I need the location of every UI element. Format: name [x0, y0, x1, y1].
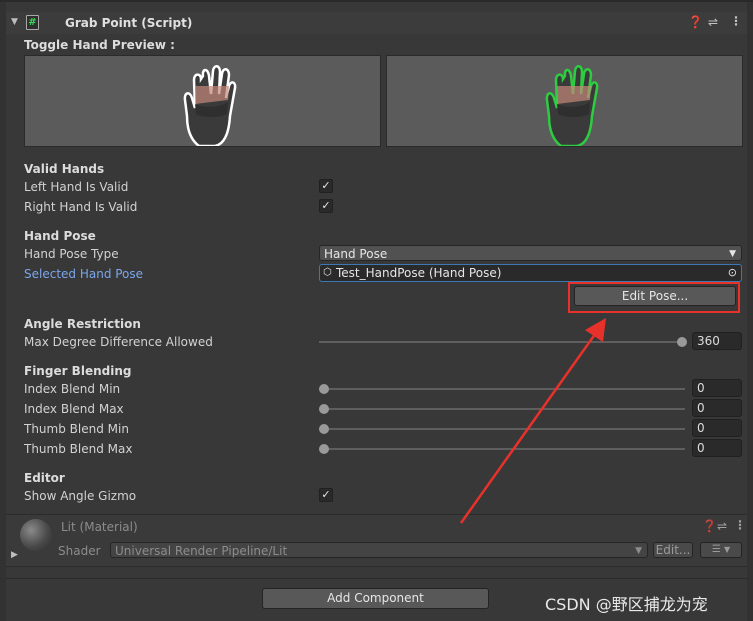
- annotation-arrow: [459, 318, 606, 524]
- watermark: CSDN @野区捕龙为宠: [545, 595, 708, 614]
